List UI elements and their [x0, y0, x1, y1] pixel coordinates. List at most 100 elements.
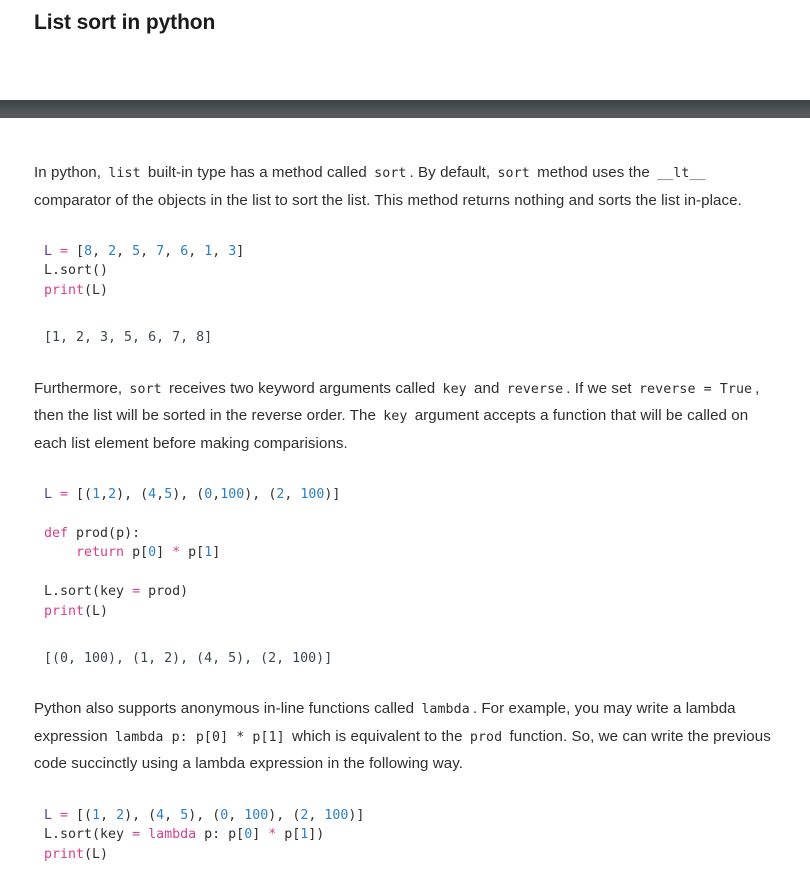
code-token-plain: p[ [276, 827, 301, 843]
code-token-plain: [( [68, 807, 93, 823]
code-token-op: = [132, 584, 141, 600]
code-token-plain: , [212, 244, 229, 259]
keyword-arguments-paragraph: Furthermore, sort receives two keyword a… [34, 379, 760, 452]
code-token-num: 100 [324, 807, 349, 823]
code-token-plain: L.sort(key [44, 827, 133, 843]
code-token-plain: p: p[ [196, 827, 245, 843]
code-token-op: * [172, 545, 181, 561]
code-token-plain: , [228, 807, 245, 823]
code-block-3[interactable]: L = [(1, 2), (4, 5), (0, 100), (2, 100)]… [34, 806, 776, 864]
code-token-num: 0 [244, 827, 253, 843]
code-token-plain: ]) [308, 827, 325, 843]
code-token-num: 8 [84, 244, 93, 259]
code-token-plain: [ [68, 244, 85, 259]
code-token-plain: ), ( [268, 807, 301, 823]
output-block-1: [1, 2, 3, 5, 6, 7, 8] [44, 330, 213, 346]
code-token-plain: L.sort(key [44, 584, 133, 600]
code-token-plain: ] [252, 827, 269, 843]
code-token-plain: ] [236, 244, 245, 259]
document-content: In python, list built-in type has a meth… [0, 118, 810, 864]
code-token-num: 1 [204, 545, 213, 561]
document-page: List sort in python In python, list buil… [0, 0, 810, 864]
code-token-fn: print [44, 282, 85, 298]
code-token-num: 2 [108, 244, 117, 259]
code-token-num: 2 [116, 807, 125, 823]
code-token-plain: (L) [84, 603, 109, 619]
code-token-plain: , [188, 244, 205, 259]
code-token-kw: def [44, 525, 69, 541]
inline-code: reverse = True [638, 381, 753, 397]
code-token-num: 100 [244, 807, 269, 823]
code-token-plain: (L) [84, 282, 109, 298]
code-token-num: 5 [164, 487, 173, 503]
code-token-op: = [132, 827, 141, 843]
code-token-plain: , [308, 807, 325, 823]
code-token-plain: )] [348, 807, 365, 823]
code-token-plain: ), ( [124, 807, 157, 823]
code-token-num: 2 [108, 487, 117, 503]
code-token-num: 4 [148, 487, 157, 503]
content-blocks: In python, list built-in type has a meth… [34, 160, 776, 864]
inline-code: lambda [421, 702, 470, 718]
code-block-2[interactable]: L = [(1,2), (4,5), (0,100), (2, 100)] de… [34, 485, 776, 621]
code-token-plain: , [100, 487, 109, 503]
code-token-num: 5 [132, 244, 141, 259]
inline-code: sort [497, 166, 530, 181]
code-token-name: L [44, 807, 53, 823]
code-token-name: L [44, 487, 53, 503]
code-token-op: = [60, 244, 69, 259]
code-token-num: 1 [92, 807, 101, 823]
code-token-plain: , [164, 244, 181, 259]
code-token-plain: , [100, 807, 117, 823]
inline-code: prod [469, 729, 503, 745]
output-block-2: [(0, 100), (1, 2), (4, 5), (2, 100)] [44, 650, 333, 666]
code-token-plain: )] [324, 487, 341, 503]
inline-code: reverse [506, 381, 564, 397]
lambda-paragraph: Python also supports anonymous in-line f… [34, 700, 771, 773]
code-token-num: 6 [180, 244, 189, 259]
code-token-plain: , [156, 487, 165, 503]
code-token-plain: prod(p): [68, 525, 141, 541]
code-token-plain: , [284, 487, 301, 503]
code-token-plain: (L) [84, 846, 109, 862]
code-token-plain: ] [156, 545, 173, 561]
code-token-num: 4 [156, 807, 165, 823]
section-separator-bar [0, 100, 810, 118]
code-token-plain: p[ [180, 545, 205, 561]
code-block-1[interactable]: L = [8, 2, 5, 7, 6, 1, 3] L.sort() print… [34, 242, 776, 300]
code-token-plain: , [140, 244, 157, 259]
inline-code: lambda p: p[0] * p[1] [115, 729, 285, 745]
code-token-fn: print [44, 846, 85, 862]
code-token-kw: return [76, 545, 125, 561]
code-token-num: 1 [92, 487, 101, 503]
code-token-plain: [( [68, 487, 93, 503]
code-token-num: 5 [180, 807, 189, 823]
code-token-op: = [60, 487, 69, 503]
code-token-plain: ), ( [116, 487, 149, 503]
inline-code: key [442, 381, 467, 397]
inline-code: __lt__ [657, 166, 706, 181]
title-area: List sort in python [0, 0, 810, 100]
inline-code: sort [374, 166, 407, 181]
code-token-num: 7 [156, 244, 165, 259]
intro-paragraph: In python, list built-in type has a meth… [34, 164, 742, 209]
code-token-plain: ), ( [188, 807, 221, 823]
code-token-op: = [60, 807, 69, 823]
inline-code: sort [129, 381, 162, 397]
code-token-name: L [44, 244, 53, 259]
code-token-plain: , [116, 244, 133, 259]
code-token-plain: , [164, 807, 181, 823]
code-token-plain: prod) [140, 584, 189, 600]
code-token-fn: print [44, 603, 85, 619]
code-token-plain: ), ( [244, 487, 277, 503]
code-token-num: 0 [148, 545, 157, 561]
